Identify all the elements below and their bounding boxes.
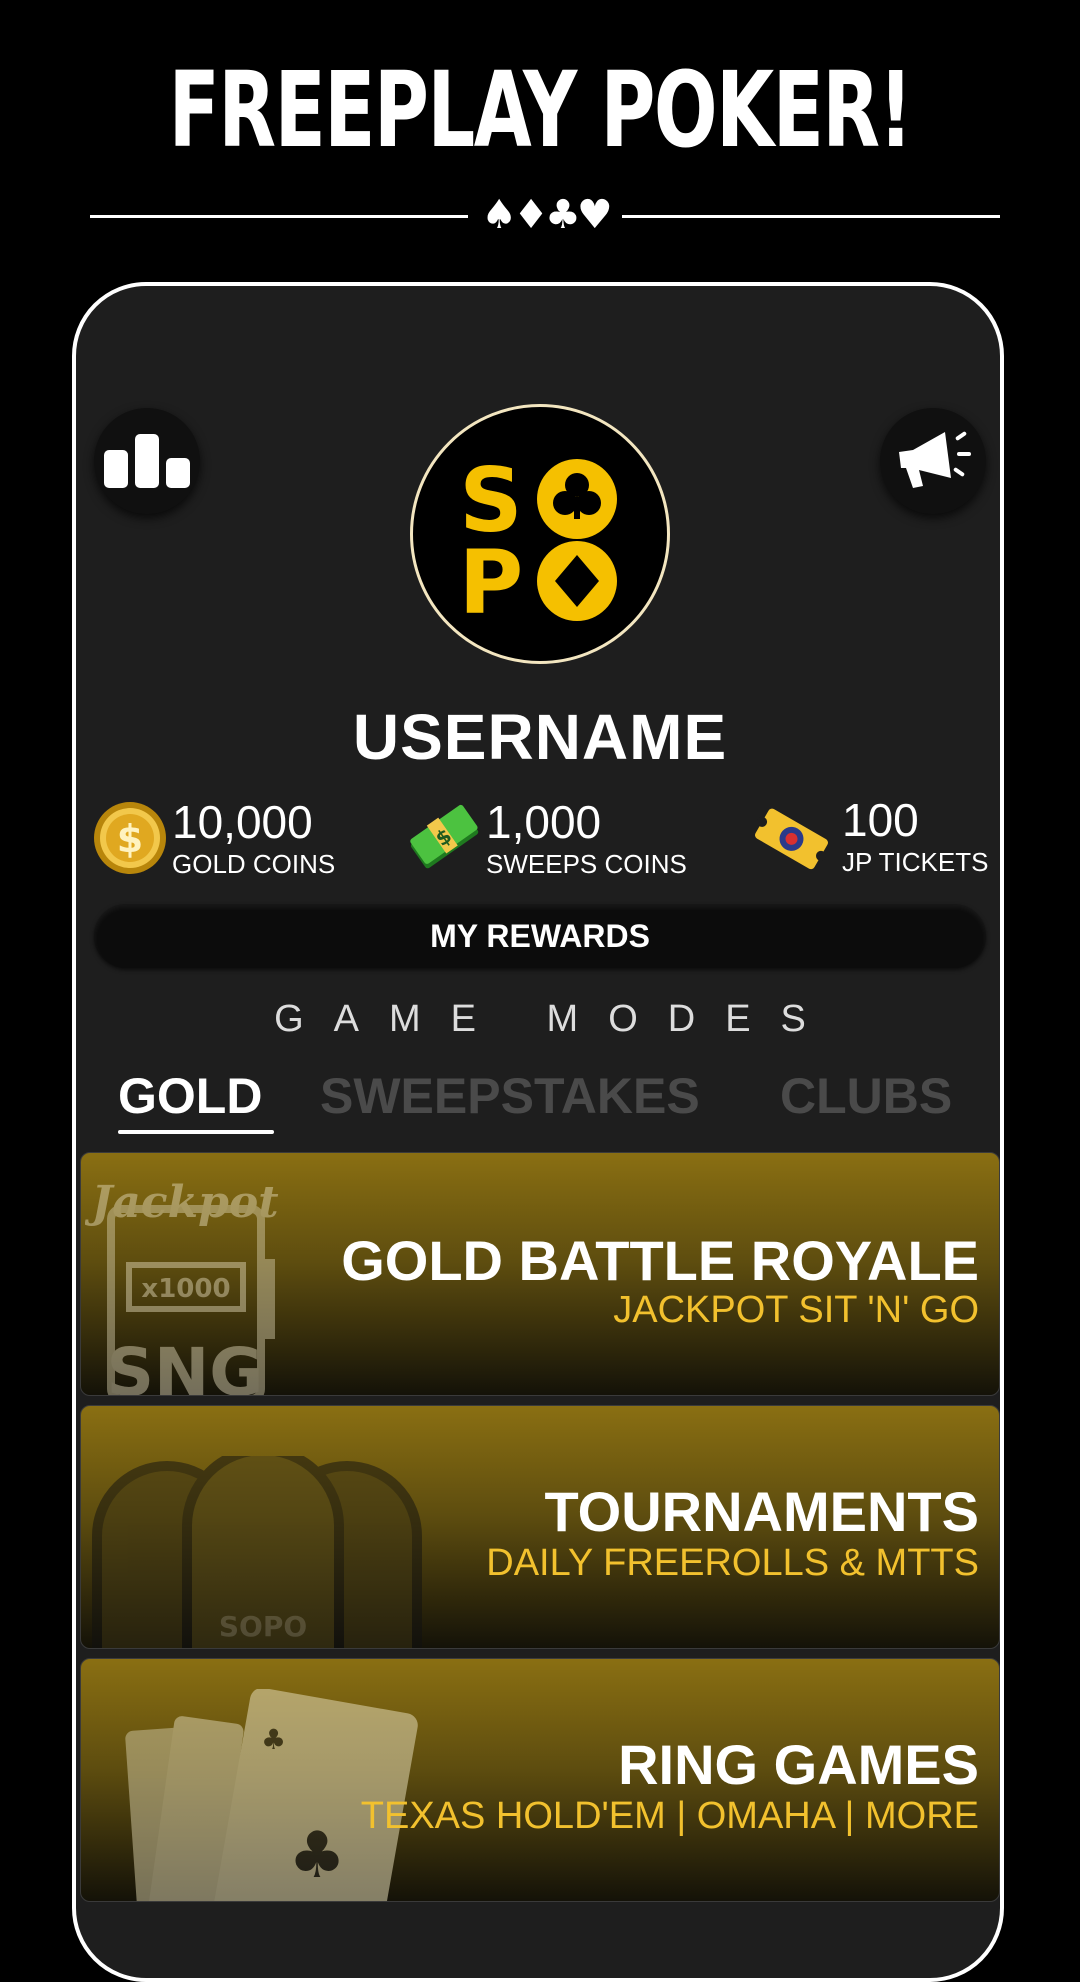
leaderboard-button[interactable] [94, 408, 200, 514]
logo-letter-p: P [459, 531, 524, 634]
gold-coins-stat: $ 10,000 GOLD COINS [92, 796, 352, 878]
ring-games-card[interactable]: ♣ ♣ RING GAMES TEXAS HOLD'EM | OMAHA | M… [80, 1658, 1000, 1902]
sweeps-coins-stat: $ 1,000 SWEEPS COINS [406, 796, 706, 878]
tab-clubs[interactable]: CLUBS [780, 1066, 952, 1126]
tab-sweepstakes[interactable]: SWEEPSTAKES [320, 1066, 700, 1126]
username-label: USERNAME [352, 701, 728, 773]
card-title: TOURNAMENTS [544, 1480, 979, 1543]
gold-battle-royale-card[interactable]: Jackpot x1000 SNG GOLD BATTLE ROYALE JAC… [80, 1152, 1000, 1396]
tournament-tables-icon: SOPO [92, 1456, 422, 1648]
slot-machine-icon: Jackpot x1000 SNG [85, 1177, 279, 1396]
slot-jackpot-text: Jackpot [85, 1177, 279, 1228]
tab-gold[interactable]: GOLD [118, 1066, 262, 1126]
header-divider-right [622, 215, 1000, 218]
leaderboard-icon [104, 434, 190, 488]
jp-tickets-value: 100 [842, 794, 919, 846]
my-rewards-button[interactable]: MY REWARDS [94, 904, 986, 968]
card-suits-icon: ♠♦♣♥ [481, 192, 612, 238]
card-subtitle: JACKPOT SIT 'N' GO [613, 1289, 979, 1331]
sopo-logo: S P [410, 404, 670, 664]
header-divider-left [90, 215, 468, 218]
svg-text:♣: ♣ [261, 1723, 286, 1756]
gold-coin-icon: $ [94, 802, 166, 874]
gold-coins-label: GOLD COINS [172, 849, 336, 879]
active-tab-indicator [118, 1130, 274, 1134]
jp-tickets-stat: 100 JP TICKETS [752, 796, 992, 878]
gold-coins-value: 10,000 [172, 796, 313, 848]
card-title: GOLD BATTLE ROYALE [341, 1229, 979, 1292]
cash-stack-icon: $ [410, 804, 479, 869]
svg-text:$: $ [117, 817, 143, 861]
sweeps-coins-label: SWEEPS COINS [486, 849, 687, 879]
megaphone-icon [899, 431, 971, 488]
card-subtitle: TEXAS HOLD'EM | OMAHA | MORE [360, 1795, 979, 1837]
sweeps-coins-value: 1,000 [486, 796, 602, 848]
svg-text:♣: ♣ [288, 1819, 345, 1893]
card-subtitle: DAILY FREEROLLS & MTTS [486, 1542, 979, 1584]
card-title: RING GAMES [618, 1733, 979, 1796]
tournaments-card[interactable]: SOPO TOURNAMENTS DAILY FREEROLLS & MTTS [80, 1405, 1000, 1649]
ticket-icon [755, 808, 828, 870]
slot-sng-text: SNG [107, 1334, 264, 1396]
slot-multiplier-text: x1000 [141, 1274, 230, 1304]
tournament-art-text: SOPO [219, 1610, 307, 1643]
announcements-button[interactable] [880, 408, 986, 514]
game-modes-title: GAME MODES [274, 998, 836, 1040]
jp-tickets-label: JP TICKETS [842, 847, 989, 877]
app-headline: FREEPLAY POKER! [168, 49, 913, 171]
